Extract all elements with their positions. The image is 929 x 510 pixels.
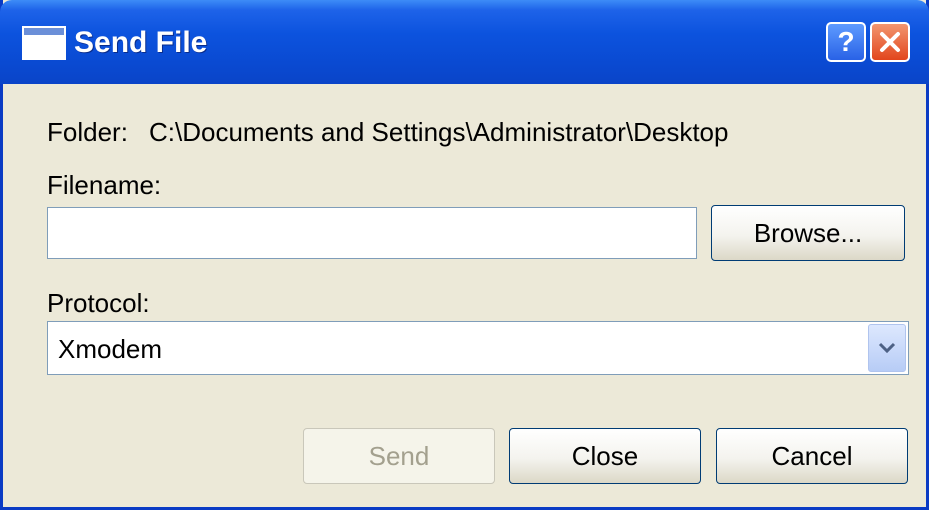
window-icon [22, 26, 66, 60]
protocol-label: Protocol: [47, 288, 150, 318]
folder-path: C:\Documents and Settings\Administrator\… [149, 117, 729, 147]
help-icon: ? [837, 26, 855, 57]
title-bar[interactable]: Send File ? [0, 0, 929, 84]
help-button[interactable]: ? [826, 22, 866, 62]
close-window-button[interactable] [870, 22, 910, 62]
browse-button[interactable]: Browse... [711, 205, 905, 261]
filename-input[interactable] [47, 207, 697, 259]
protocol-selected-value: Xmodem [58, 334, 163, 364]
send-button[interactable]: Send [303, 428, 495, 484]
folder-label: Folder: [47, 117, 128, 147]
protocol-select[interactable]: Xmodem [47, 321, 909, 375]
chevron-down-icon [878, 342, 896, 354]
cancel-button[interactable]: Cancel [716, 428, 908, 484]
close-button[interactable]: Close [509, 428, 701, 484]
close-icon [880, 32, 900, 52]
filename-label: Filename: [47, 170, 162, 200]
protocol-dropdown-button[interactable] [868, 324, 906, 372]
send-file-dialog: Send File ? Folder: C:\Documents and Set… [0, 0, 929, 510]
window-title: Send File [74, 26, 208, 59]
